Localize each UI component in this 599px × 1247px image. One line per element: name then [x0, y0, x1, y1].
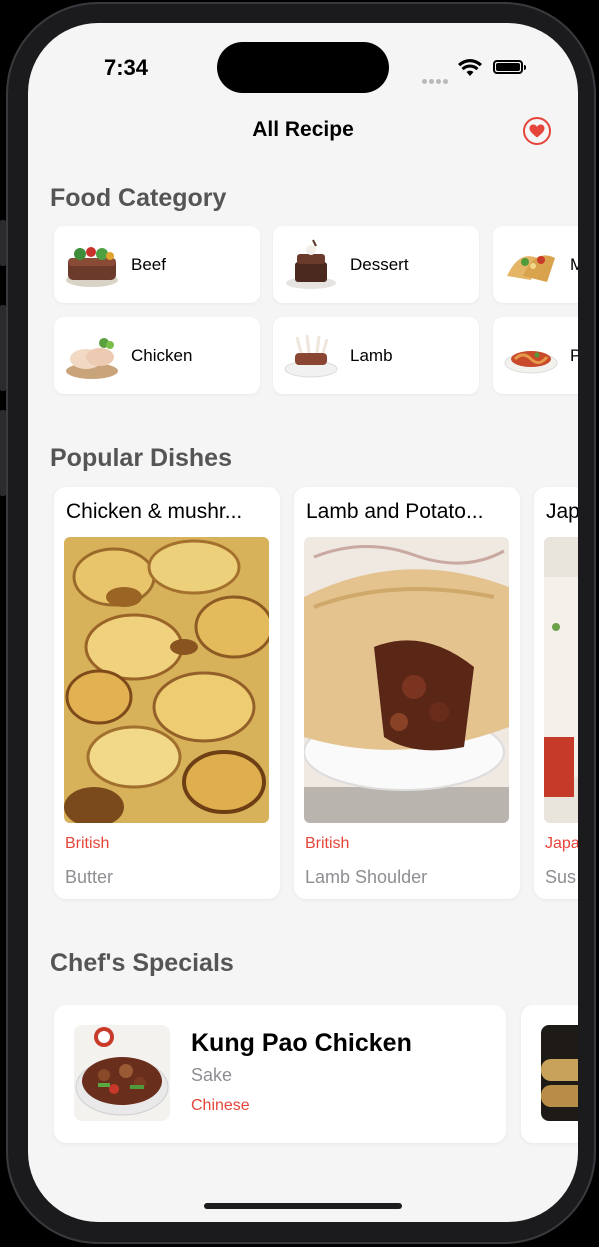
dynamic-island — [217, 42, 389, 93]
category-label: P — [570, 346, 578, 365]
category-label: Chicken — [131, 346, 193, 365]
status-time: 7:34 — [104, 55, 149, 80]
dessert-thumbnail — [286, 239, 336, 289]
lamb-thumbnail — [284, 334, 338, 378]
pasta-thumbnail — [504, 351, 558, 374]
category-label: Dessert — [350, 255, 409, 274]
heart-icon — [529, 124, 545, 138]
dish-card[interactable]: Jap Japa Sus — [534, 487, 578, 899]
dish-ingredient: Butter — [65, 867, 114, 887]
kung-pao-chicken-photo — [74, 1025, 170, 1121]
dish-area: British — [65, 835, 110, 852]
category-label: Lamb — [350, 346, 393, 365]
section-title-food-category: Food Category — [50, 184, 227, 212]
category-card-p[interactable]: P — [493, 317, 578, 394]
taco-thumbnail — [507, 255, 555, 282]
category-card-lamb[interactable]: Lamb — [273, 317, 479, 394]
dish-photo-potato-bake — [64, 537, 269, 823]
dish-card[interactable]: Lamb and Potato... British Lamb Shoulder — [294, 487, 520, 899]
dish-area: British — [305, 835, 350, 852]
chicken-thumbnail — [66, 338, 118, 379]
category-card-chicken[interactable]: Chicken — [54, 317, 260, 394]
dish-ingredient: Sus — [545, 867, 577, 887]
device-frame: 7:34 All Recipe Food Category Beef Desse… — [0, 0, 599, 1247]
home-indicator[interactable] — [204, 1203, 402, 1209]
favorites-button[interactable] — [523, 117, 551, 145]
battery-icon — [493, 60, 526, 74]
category-label: M — [570, 255, 578, 274]
category-label: Beef — [131, 255, 166, 274]
category-card-dessert[interactable]: Dessert — [273, 226, 479, 303]
special-card[interactable] — [521, 1005, 578, 1143]
screen: 7:34 All Recipe Food Category Beef Desse… — [28, 23, 578, 1222]
section-title-chefs-specials: Chef's Specials — [50, 949, 234, 977]
cellular-signal-icon — [422, 71, 450, 89]
dish-title: Jap — [546, 500, 578, 523]
dish-photo-japanese — [544, 537, 578, 823]
special-card[interactable]: Kung Pao Chicken Sake Chinese — [54, 1005, 506, 1143]
dish-title: Chicken & mushr... — [66, 500, 243, 523]
section-title-popular-dishes: Popular Dishes — [50, 444, 232, 472]
special-ingredient: Sake — [191, 1065, 233, 1085]
dish-photo-lamb-pie — [304, 537, 509, 823]
dish-ingredient: Lamb Shoulder — [305, 867, 428, 887]
category-card-beef[interactable]: Beef — [54, 226, 260, 303]
beef-thumbnail — [66, 247, 118, 287]
category-card-m[interactable]: M — [493, 226, 578, 303]
dish-card[interactable]: Chicken & mushr... British Butter — [54, 487, 280, 899]
page-title: All Recipe — [252, 118, 354, 141]
special-photo-rolls — [541, 1025, 578, 1121]
special-area: Chinese — [191, 1097, 250, 1114]
wifi-icon — [458, 59, 482, 76]
special-title: Kung Pao Chicken — [191, 1029, 412, 1057]
dish-area: Japa — [545, 835, 578, 852]
dish-title: Lamb and Potato... — [306, 500, 484, 523]
